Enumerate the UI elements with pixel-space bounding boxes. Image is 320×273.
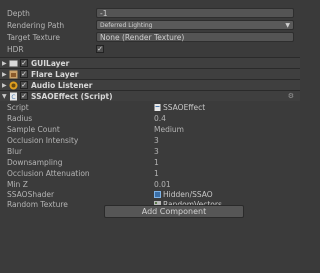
prop-label: Random Texture: [7, 200, 68, 209]
add-component-button[interactable]: Add Component: [104, 205, 244, 218]
svg-text:C: C: [11, 94, 15, 101]
occlusion-intensity-value[interactable]: 3: [154, 135, 159, 146]
collapse-arrow-icon[interactable]: ▼: [2, 91, 7, 102]
script-icon: [154, 104, 161, 111]
script-value: SSAOEffect: [163, 103, 206, 112]
ssao-prop-row: Occlusion Attenuation 1: [0, 168, 300, 179]
script-object-field[interactable]: SSAOEffect: [154, 102, 205, 113]
target-texture-row: Target Texture None (Render Texture): [0, 32, 300, 43]
chevron-down-icon: ▼: [285, 22, 290, 29]
depth-row: Depth -1: [0, 8, 300, 19]
component-enabled-checkbox[interactable]: ✓: [20, 81, 28, 89]
sample-count-value[interactable]: Medium: [154, 124, 184, 135]
blur-value[interactable]: 3: [154, 146, 159, 157]
component-header-audio-listener[interactable]: ▶ ✓ Audio Listener: [0, 79, 300, 90]
ssao-prop-row: Sample Count Medium: [0, 124, 300, 135]
component-enabled-checkbox[interactable]: ✓: [20, 59, 28, 67]
radius-value[interactable]: 0.4: [154, 113, 166, 124]
audio-listener-icon: [9, 81, 18, 90]
depth-field[interactable]: -1: [96, 8, 294, 18]
downsampling-value[interactable]: 1: [154, 157, 159, 168]
ssao-prop-row: Downsampling 1: [0, 157, 300, 168]
ssao-prop-row: Blur 3: [0, 146, 300, 157]
shader-icon: [154, 191, 161, 198]
component-header-flare-layer[interactable]: ▶ ✓ Flare Layer: [0, 68, 300, 79]
rendering-path-value: Deferred Lighting: [100, 22, 153, 29]
target-texture-label: Target Texture: [7, 33, 61, 42]
component-header-ssaoeffect[interactable]: ▼ C ✓ SSAOEffect (Script) ⚙: [0, 90, 300, 101]
gui-layer-icon: [9, 60, 18, 67]
prop-label: Occlusion Attenuation: [7, 169, 90, 178]
flare-layer-icon: [9, 70, 18, 79]
hdr-row: HDR ✓: [0, 44, 300, 55]
ssao-prop-row: Occlusion Intensity 3: [0, 135, 300, 146]
component-enabled-checkbox[interactable]: ✓: [20, 92, 28, 100]
prop-label: Downsampling: [7, 158, 63, 167]
prop-label: Sample Count: [7, 125, 60, 134]
rendering-path-dropdown[interactable]: Deferred Lighting ▼: [96, 20, 294, 30]
depth-label: Depth: [7, 9, 30, 18]
component-settings-icon[interactable]: ⚙: [288, 91, 294, 102]
prop-label: Occlusion Intensity: [7, 136, 79, 145]
ssao-prop-row: Script SSAOEffect: [0, 102, 300, 113]
rendering-path-row: Rendering Path Deferred Lighting ▼: [0, 20, 300, 31]
rendering-path-label: Rendering Path: [7, 21, 65, 30]
prop-label: Script: [7, 103, 29, 112]
component-title: SSAOEffect (Script): [31, 92, 113, 101]
component-header-guilayer[interactable]: ▶ ✓ GUILayer: [0, 57, 300, 68]
prop-label: Radius: [7, 114, 33, 123]
ssao-prop-row: Radius 0.4: [0, 113, 300, 124]
target-texture-field[interactable]: None (Render Texture): [96, 32, 294, 42]
prop-label: Blur: [7, 147, 23, 156]
hdr-label: HDR: [7, 45, 24, 54]
occlusion-attenuation-value[interactable]: 1: [154, 168, 159, 179]
hdr-checkbox[interactable]: ✓: [96, 45, 104, 53]
script-icon: C: [10, 92, 17, 101]
inspector-panel: Depth -1 Rendering Path Deferred Lightin…: [0, 0, 300, 273]
shader-value: Hidden/SSAO: [163, 190, 213, 199]
component-enabled-checkbox[interactable]: ✓: [20, 70, 28, 78]
